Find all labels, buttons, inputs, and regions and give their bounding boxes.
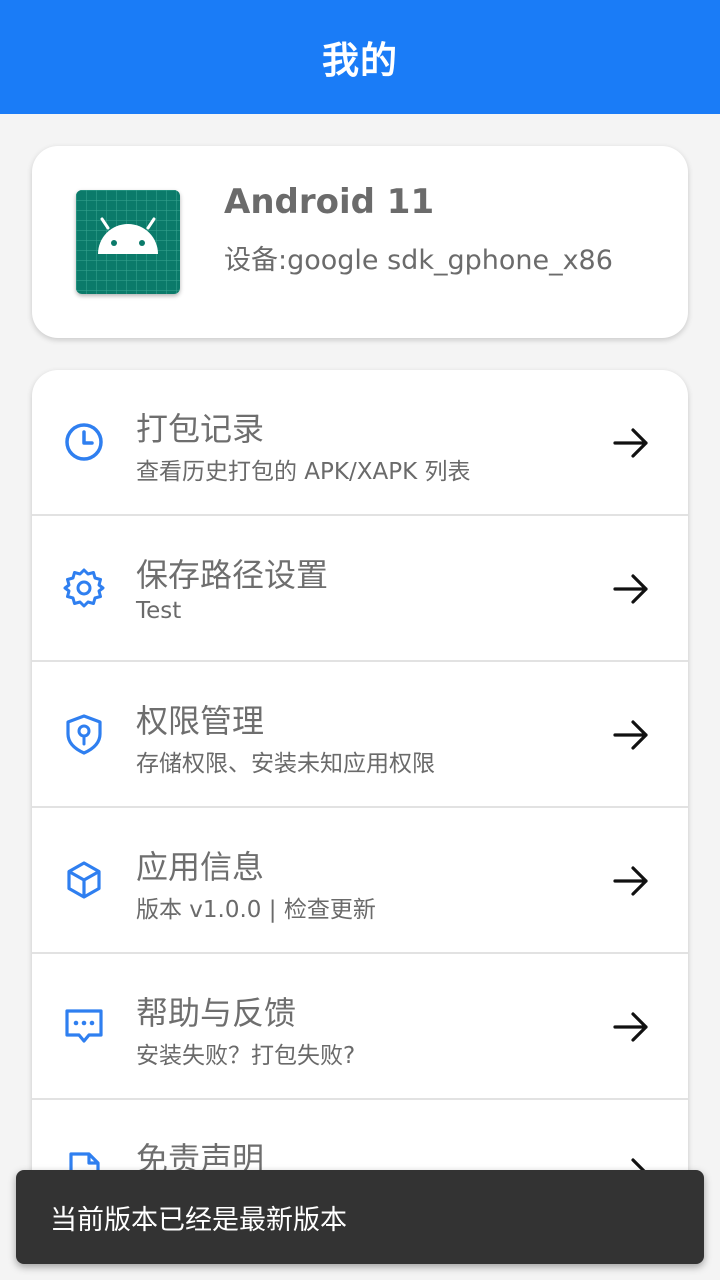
arrow-right-icon — [612, 716, 650, 754]
shield-key-icon — [62, 712, 106, 756]
menu-item-title: 权限管理 — [136, 702, 265, 740]
menu-item-app-info[interactable]: 应用信息 版本 v1.0.0 | 检查更新 — [32, 808, 688, 954]
arrow-right-icon — [612, 862, 650, 900]
chat-icon — [62, 1004, 106, 1048]
menu-item-subtitle: 版本 v1.0.0 | 检查更新 — [136, 897, 376, 923]
device-os-version: Android 11 — [224, 182, 435, 222]
toast-message: 当前版本已经是最新版本 — [50, 1204, 347, 1236]
gear-icon — [62, 566, 106, 610]
menu-item-title: 帮助与反馈 — [136, 994, 297, 1032]
app-bar: 我的 — [0, 0, 720, 114]
menu-item-permissions[interactable]: 权限管理 存储权限、安装未知应用权限 — [32, 662, 688, 808]
menu-item-subtitle: Test — [136, 598, 182, 624]
device-model: 设备:google sdk_gphone_x86 — [224, 245, 613, 276]
cube-icon — [62, 858, 106, 902]
menu-item-subtitle: 查看历史打包的 APK/XAPK 列表 — [136, 459, 471, 485]
toast-notification: 当前版本已经是最新版本 — [16, 1170, 704, 1264]
menu-item-title: 保存路径设置 — [136, 556, 329, 594]
clock-icon — [62, 420, 106, 464]
menu-item-title: 打包记录 — [136, 410, 265, 448]
android-app-icon — [76, 190, 180, 294]
menu-item-title: 应用信息 — [136, 848, 265, 886]
arrow-right-icon — [612, 570, 650, 608]
menu-item-subtitle: 安装失败？打包失败? — [136, 1043, 356, 1069]
device-info-card: Android 11 设备:google sdk_gphone_x86 — [32, 146, 688, 338]
menu-item-subtitle: 存储权限、安装未知应用权限 — [136, 751, 435, 777]
arrow-right-icon — [612, 1008, 650, 1046]
page-title: 我的 — [322, 39, 398, 82]
menu-item-package-records[interactable]: 打包记录 查看历史打包的 APK/XAPK 列表 — [32, 370, 688, 516]
menu-item-save-path[interactable]: 保存路径设置 Test — [32, 516, 688, 662]
settings-menu: 打包记录 查看历史打包的 APK/XAPK 列表 保存路径设置 Test 权限管… — [32, 370, 688, 1190]
arrow-right-icon — [612, 424, 650, 462]
menu-item-help-feedback[interactable]: 帮助与反馈 安装失败？打包失败? — [32, 954, 688, 1100]
